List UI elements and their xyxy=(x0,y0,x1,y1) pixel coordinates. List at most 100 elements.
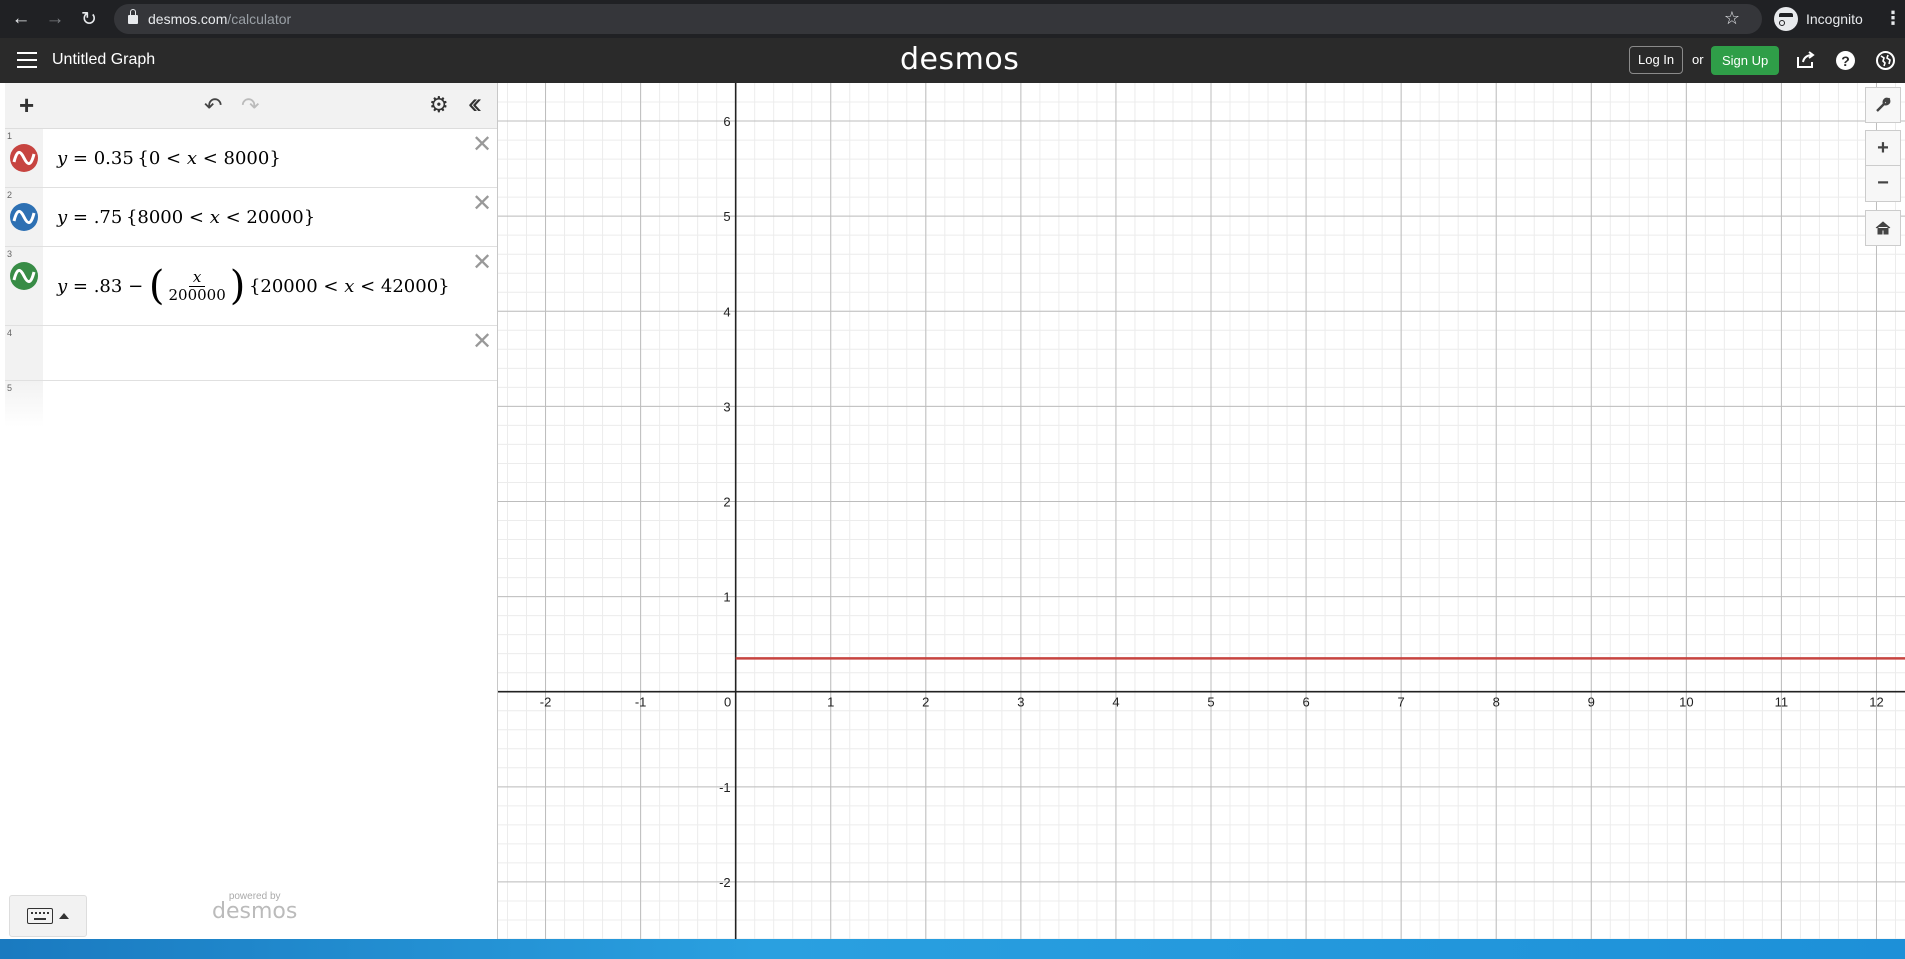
y-tick-label: 4 xyxy=(723,304,730,319)
expression-input-new[interactable] xyxy=(43,381,497,427)
arrow-right-icon: → xyxy=(45,8,65,29)
home-icon[interactable] xyxy=(1865,210,1901,246)
browser-toolbar: ← → ↻ desmos.com/calculator ☆ Incognito … xyxy=(0,0,1905,38)
forward-button[interactable]: → xyxy=(42,6,68,32)
expression-row-1[interactable]: 1 y = 0.35 {0 < x < 8000} ✕ xyxy=(5,129,497,188)
incognito-icon xyxy=(1774,7,1798,31)
expression-row-5[interactable]: 5 xyxy=(5,381,497,427)
reload-button[interactable]: ↻ xyxy=(76,6,102,32)
expr-value: 0.35 xyxy=(93,147,134,169)
delete-expression-icon[interactable]: ✕ xyxy=(472,192,492,216)
zoom-out-icon[interactable]: − xyxy=(1865,166,1901,202)
expression-row-4[interactable]: 4 ✕ xyxy=(5,326,497,381)
os-taskbar xyxy=(0,939,1905,959)
keyboard-icon xyxy=(27,908,53,924)
star-icon[interactable]: ☆ xyxy=(1724,8,1740,29)
x-tick-label: 4 xyxy=(1112,695,1119,710)
expression-row-2[interactable]: 2 y = .75 {8000 < x < 20000} ✕ xyxy=(5,188,497,247)
y-tick-label: 3 xyxy=(723,399,730,414)
graph-canvas[interactable]: -2 -1 0 1 2 3 4 5 6 7 8 9 10 11 12 6 5 4 3 2 1 -1 -2 + − xyxy=(498,83,1905,939)
y-tick-label: 6 xyxy=(723,114,730,129)
expr-var: x xyxy=(186,147,197,169)
expr-domain-lo: 8000 xyxy=(137,206,184,228)
expr-domain-hi: 8000 xyxy=(223,147,270,169)
x-tick-label: 3 xyxy=(1017,695,1024,710)
expr-lhs: y xyxy=(57,147,68,169)
powered-by-brand: desmos xyxy=(212,899,298,924)
url-host: desmos.com xyxy=(148,11,228,27)
collapse-panel-icon[interactable]: ‹‹ xyxy=(468,87,482,121)
x-tick-label: 2 xyxy=(922,695,929,710)
gear-icon[interactable]: ⚙ xyxy=(429,92,449,118)
expr-domain-hi: 42000 xyxy=(380,275,439,297)
profile-label: Incognito xyxy=(1806,11,1863,27)
expression-index: 5 xyxy=(7,383,13,393)
x-tick-label: -2 xyxy=(540,695,552,710)
expr-lhs: y xyxy=(57,275,68,297)
share-icon[interactable] xyxy=(1795,49,1817,71)
signup-button[interactable]: Sign Up xyxy=(1711,46,1780,75)
expr-domain-lo: 20000 xyxy=(260,275,318,297)
expression-math-2[interactable]: y = .75 {8000 < x < 20000} xyxy=(43,188,497,246)
x-tick-label: 7 xyxy=(1398,695,1405,710)
expr-var: x xyxy=(209,206,220,228)
expression-index: 1 xyxy=(7,131,13,141)
delete-expression-icon[interactable]: ✕ xyxy=(472,251,492,275)
browser-menu-icon[interactable]: ⋮ xyxy=(1884,8,1902,28)
frac-numerator: x xyxy=(188,269,206,287)
expression-gutter: 1 xyxy=(5,129,43,187)
y-tick-label: -2 xyxy=(719,875,731,890)
caret-up-icon xyxy=(59,913,69,919)
graph-grid[interactable]: -2 -1 0 1 2 3 4 5 6 7 8 9 10 11 12654321-1-2 xyxy=(498,83,1905,939)
x-tick-label: 8 xyxy=(1493,695,1500,710)
expression-index: 4 xyxy=(7,328,13,338)
profile-button[interactable]: Incognito xyxy=(1774,7,1863,31)
arrow-left-icon: ← xyxy=(11,8,31,29)
login-button[interactable]: Log In xyxy=(1629,46,1684,74)
delete-expression-icon[interactable]: ✕ xyxy=(472,133,492,157)
graph-color-icon-green[interactable] xyxy=(10,262,38,290)
expression-index: 3 xyxy=(7,249,13,259)
frac-denominator: 200000 xyxy=(168,285,226,304)
delete-expression-icon[interactable]: ✕ xyxy=(472,330,492,354)
expr-lhs: y xyxy=(57,206,68,228)
keypad-toggle-button[interactable] xyxy=(9,895,87,937)
x-tick-label: 9 xyxy=(1588,695,1595,710)
x-tick-label: 6 xyxy=(1302,695,1309,710)
y-tick-label: 1 xyxy=(723,590,730,605)
expression-math-3[interactable]: y = .83 − (x 200000) {20000 < x < 42000} xyxy=(43,247,497,325)
add-expression-icon[interactable]: + xyxy=(19,92,34,118)
expr-var: x xyxy=(344,275,355,297)
url-text: desmos.com/calculator xyxy=(148,11,291,27)
desmos-logo: desmos xyxy=(900,42,1020,77)
hamburger-icon[interactable] xyxy=(17,52,37,68)
expr-domain-lo: 0 xyxy=(148,147,161,169)
globe-icon[interactable] xyxy=(1876,51,1895,70)
expression-math-1[interactable]: y = 0.35 {0 < x < 8000} xyxy=(43,129,497,187)
x-tick-label: 10 xyxy=(1679,695,1693,710)
redo-icon[interactable]: ↷ xyxy=(241,93,259,119)
expression-gutter: 5 xyxy=(5,381,43,427)
wrench-icon[interactable] xyxy=(1865,87,1901,123)
y-tick-label: -1 xyxy=(719,780,731,795)
help-icon[interactable]: ? xyxy=(1836,51,1855,70)
app-header: Untitled Graph desmos Log In or Sign Up … xyxy=(0,38,1905,83)
y-tick-label: 2 xyxy=(723,494,730,509)
expression-input-empty[interactable] xyxy=(43,326,497,380)
home-controls xyxy=(1865,210,1901,246)
graph-title[interactable]: Untitled Graph xyxy=(52,51,155,69)
expr-fraction: x 200000 xyxy=(168,269,226,304)
back-button[interactable]: ← xyxy=(8,6,34,32)
address-bar[interactable]: desmos.com/calculator ☆ xyxy=(114,4,1762,34)
undo-icon[interactable]: ↶ xyxy=(204,93,222,119)
expression-gutter: 3 xyxy=(5,247,43,325)
x-tick-label: 11 xyxy=(1775,695,1789,710)
expression-list-panel: + ↶ ↷ ⚙ ‹‹ 1 y = 0.35 {0 < x < 8000} ✕ 2… xyxy=(5,83,498,939)
zoom-in-icon[interactable]: + xyxy=(1865,130,1901,166)
powered-by-desmos[interactable]: powered by desmos xyxy=(212,891,298,924)
expression-toolbar: + ↶ ↷ ⚙ ‹‹ xyxy=(5,83,497,129)
expression-row-3[interactable]: 3 y = .83 − (x 200000) {20000 < x < 42000… xyxy=(5,247,497,326)
graph-color-icon-red[interactable] xyxy=(10,144,38,172)
graph-color-icon-blue[interactable] xyxy=(10,203,38,231)
x-tick-label: 0 xyxy=(724,695,731,710)
